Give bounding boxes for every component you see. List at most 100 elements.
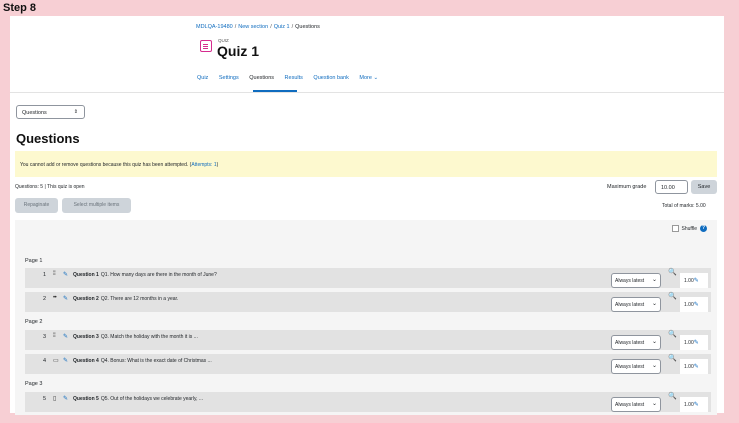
edit-mark-icon[interactable]: ✎ [694, 364, 699, 370]
question-text[interactable]: Question 5 Q5. Out of the holidays we cel… [73, 396, 203, 402]
view-select[interactable]: Questions ⇕ [16, 105, 85, 119]
question-mark[interactable]: 1.00✎ [680, 273, 708, 288]
edit-pencil-icon[interactable]: ✎ [63, 333, 68, 340]
truefalse-icon: •• [53, 295, 57, 301]
preview-icon[interactable]: 🔍 [668, 354, 677, 362]
preview-icon[interactable]: 🔍 [668, 292, 677, 300]
mark-value: 1.00 [684, 340, 694, 346]
version-select[interactable]: Always latest ⌄ [611, 297, 661, 312]
attempts-link[interactable]: Attempts: 1 [191, 162, 216, 168]
max-grade-input[interactable]: 10.00 [655, 180, 688, 194]
question-summary: Q4. Bonus: What is the exact date of Chr… [100, 358, 212, 364]
question-mark[interactable]: 1.00✎ [680, 359, 708, 374]
secondary-nav: Quiz Settings Questions Results Question… [197, 75, 387, 81]
question-text[interactable]: Question 4 Q4. Bonus: What is the exact d… [73, 358, 212, 364]
page-label: Page 1 [25, 258, 43, 264]
question-row: 1 ⁞⁞ ✎ Question 1 Q1. How many days are t… [25, 268, 711, 288]
shuffle-control: Shuffle? [671, 225, 707, 232]
edit-pencil-icon[interactable]: ✎ [63, 295, 68, 302]
question-row: 5 ▯ ✎ Question 5 Q5. Out of the holidays … [25, 392, 711, 412]
version-select-value: Always latest [615, 364, 645, 370]
version-select[interactable]: Always latest ⌄ [611, 335, 661, 350]
question-text[interactable]: Question 3 Q3. Match the holiday with the… [73, 334, 198, 340]
page-title: Quiz 1 [217, 43, 260, 59]
warning-text: You cannot add or remove questions becau… [20, 162, 192, 168]
help-icon[interactable]: ? [700, 225, 707, 232]
shortanswer-icon: ▭ [53, 358, 59, 364]
question-row: 4 ▭ ✎ Question 4 Q4. Bonus: What is the e… [25, 354, 711, 374]
edit-mark-icon[interactable]: ✎ [694, 402, 699, 408]
mark-value: 1.00 [684, 302, 694, 308]
question-number: 5 [43, 396, 47, 402]
tab-quiz[interactable]: Quiz [197, 75, 208, 81]
step-label: Step 8 [3, 2, 37, 14]
matching-icon: ⁞⁞ [53, 333, 56, 339]
question-number: 2 [43, 296, 47, 302]
question-name: Question 5 [73, 396, 99, 402]
breadcrumb: MDLQA-19480/New section / Quiz 1/Questions [196, 24, 320, 30]
shuffle-label: Shuffle [681, 225, 697, 232]
question-number: 4 [43, 358, 47, 364]
tab-question-bank[interactable]: Question bank [313, 75, 348, 81]
edit-mark-icon[interactable]: ✎ [694, 302, 699, 308]
total-marks: Total of marks: 5.00 [662, 203, 706, 209]
question-summary: Q5. Out of the holidays we celebrate yea… [100, 396, 204, 402]
question-name: Question 4 [73, 358, 99, 364]
question-mark[interactable]: 1.00✎ [680, 297, 708, 312]
question-text[interactable]: Question 1 Q1. How many days are there in… [73, 272, 217, 278]
question-summary: Q3. Match the holiday with the month it … [100, 334, 198, 340]
select-multiple-button[interactable]: Select multiple items [62, 198, 131, 213]
chevron-down-icon: ⌄ [651, 363, 657, 369]
version-select-value: Always latest [615, 302, 645, 308]
question-mark[interactable]: 1.00✎ [680, 335, 708, 350]
version-select[interactable]: Always latest ⌄ [611, 273, 661, 288]
question-summary: Q1. How many days are there in the month… [100, 272, 217, 278]
tab-questions[interactable]: Questions [249, 75, 274, 81]
edit-mark-icon[interactable]: ✎ [694, 340, 699, 346]
page-label: Page 2 [25, 319, 43, 325]
version-select-value: Always latest [615, 340, 645, 346]
version-select[interactable]: Always latest ⌄ [611, 397, 661, 412]
tab-more[interactable]: More ⌄ [359, 75, 378, 81]
preview-icon[interactable]: 🔍 [668, 330, 677, 338]
breadcrumb-quiz[interactable]: Quiz 1 [274, 24, 290, 30]
question-list: Shuffle? Page 1 1 ⁞⁞ ✎ Question 1 Q1. How… [15, 220, 717, 415]
multichoice-icon: ▯ [53, 396, 56, 402]
breadcrumb-section[interactable]: New section [238, 24, 268, 30]
breadcrumb-separator: / [234, 24, 237, 30]
mark-value: 1.00 [684, 364, 694, 370]
question-summary: Q2. There are 12 months in a year. [100, 296, 179, 302]
edit-pencil-icon[interactable]: ✎ [63, 357, 68, 364]
tab-settings[interactable]: Settings [219, 75, 239, 81]
preview-icon[interactable]: 🔍 [668, 268, 677, 276]
breadcrumb-course[interactable]: MDLQA-19480 [196, 24, 233, 30]
question-mark[interactable]: 1.00✎ [680, 397, 708, 412]
edit-mark-icon[interactable]: ✎ [694, 278, 699, 284]
nav-divider [10, 92, 724, 93]
question-row: 2 •• ✎ Question 2 Q2. There are 12 months… [25, 292, 711, 312]
question-name: Question 3 [73, 334, 99, 340]
chevron-down-icon: ⌄ [651, 301, 657, 307]
version-select-value: Always latest [615, 278, 645, 284]
tab-results[interactable]: Results [285, 75, 303, 81]
breadcrumb-separator: / [291, 24, 294, 30]
preview-icon[interactable]: 🔍 [668, 392, 677, 400]
repaginate-button[interactable]: Repaginate [15, 198, 58, 213]
save-button[interactable]: Save [691, 180, 717, 194]
quiz-status: Questions: 5 | This quiz is open [15, 184, 85, 190]
shuffle-checkbox[interactable] [671, 225, 679, 232]
attempted-warning: You cannot add or remove questions becau… [15, 151, 717, 177]
chevron-down-icon: ⌄ [651, 277, 657, 283]
version-select[interactable]: Always latest ⌄ [611, 359, 661, 374]
edit-pencil-icon[interactable]: ✎ [63, 271, 68, 278]
question-number: 3 [43, 334, 47, 340]
max-grade-label: Maximum grade [607, 184, 647, 190]
mark-value: 1.00 [684, 278, 694, 284]
edit-pencil-icon[interactable]: ✎ [63, 395, 68, 402]
question-number: 1 [43, 272, 47, 278]
question-name: Question 2 [73, 296, 99, 302]
quiz-icon [200, 40, 212, 52]
chevron-down-icon: ⌄ [651, 339, 657, 345]
question-text[interactable]: Question 2 Q2. There are 12 months in a y… [73, 296, 178, 302]
matching-icon: ⁞⁞ [53, 271, 56, 277]
